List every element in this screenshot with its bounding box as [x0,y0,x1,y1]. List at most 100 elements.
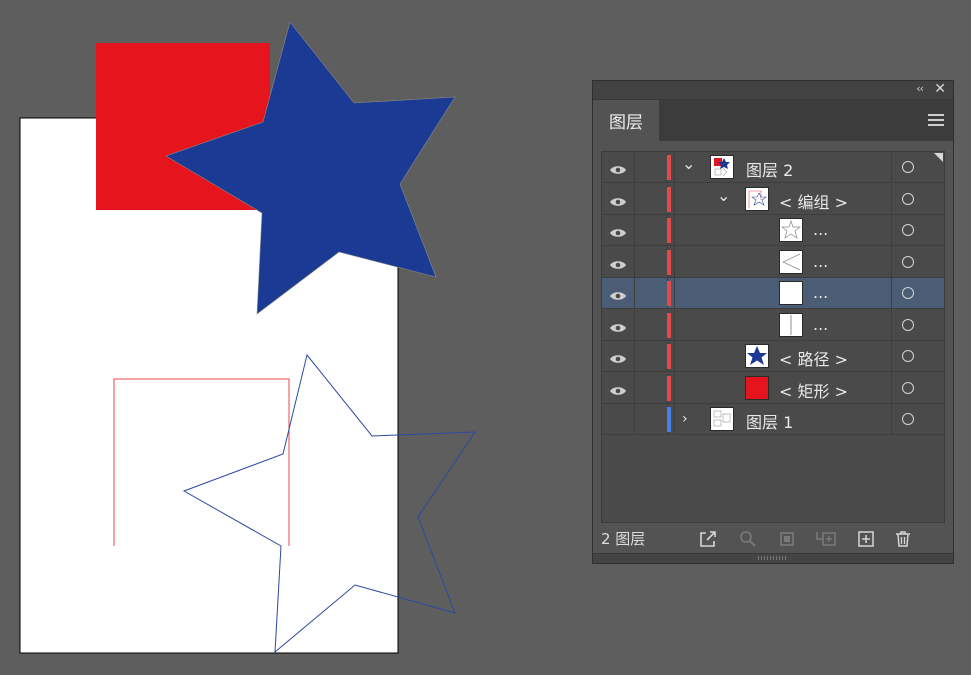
layer-row[interactable]: › 图层 1 [602,404,944,435]
tab-layers[interactable]: 图层 [593,100,659,141]
blank-thumb [779,281,803,305]
lock-toggle[interactable] [634,246,668,277]
target-circle-icon[interactable] [902,255,914,268]
eye-icon[interactable] [609,319,627,338]
layer-label[interactable]: ... [813,252,828,271]
lock-toggle[interactable] [634,309,668,340]
layer-label[interactable]: < 路径 > [779,346,848,370]
blue-star-thumb [745,344,769,368]
layer-color-bar [667,155,671,180]
layer-color-bar [667,249,671,275]
target-cell [891,372,946,403]
layer-label[interactable]: ... [813,283,828,302]
layers-panel: ‹‹ ✕ 图层 ⌄ 图层 2 ⌄ < 编组 >............ < 路径 > < … [592,80,954,564]
eye-icon[interactable] [609,193,627,212]
chevron-down-icon[interactable]: ⌄ [682,154,695,173]
layer-row[interactable]: < 路径 > [602,341,944,372]
search-icon[interactable] [738,529,758,549]
visibility-toggle[interactable] [602,183,635,214]
layer-row[interactable]: ⌄ < 编组 > [602,183,946,215]
panel-tabbar: 图层 [593,100,953,141]
triangle-outline-thumb [779,249,803,274]
target-circle-icon[interactable] [902,224,914,236]
lock-toggle[interactable] [634,215,668,245]
export-icon[interactable] [698,529,718,549]
chevron-right-icon[interactable]: › [682,411,688,427]
red-rect-thumb [745,375,769,400]
layer-row[interactable]: ⌄ 图层 2 [602,152,944,183]
clipping-mask-icon[interactable] [777,529,797,549]
target-circle-icon[interactable] [902,413,914,425]
visibility-toggle[interactable] [602,341,635,371]
layer1-thumb [710,407,734,431]
new-sublayer-icon[interactable] [814,529,838,549]
layer-color-bar [667,407,671,432]
new-layer-icon[interactable] [856,529,876,549]
visibility-toggle[interactable] [602,278,635,308]
eye-icon[interactable] [609,224,627,243]
line-thumb [779,312,803,337]
layer-color-bar [667,344,671,369]
target-circle-icon[interactable] [902,161,914,173]
panel-titlebar[interactable]: ‹‹ ✕ [593,81,953,100]
lock-toggle[interactable] [634,404,668,434]
lock-toggle[interactable] [634,152,668,182]
target-cell [891,183,946,214]
layer2-thumb [710,155,734,179]
target-cell [891,215,946,245]
eye-icon[interactable] [609,256,627,275]
chevron-down-icon[interactable]: ⌄ [717,186,730,205]
layer-label[interactable]: ... [813,220,828,239]
target-cell [891,404,946,434]
eye-icon[interactable] [609,350,627,369]
layer-row[interactable]: ... [602,246,946,278]
layer-count: 2 图层 [601,530,646,548]
target-circle-icon[interactable] [902,192,914,205]
target-circle-icon[interactable] [902,318,914,331]
lock-toggle[interactable] [634,278,668,308]
target-circle-icon[interactable] [902,350,914,362]
target-cell [891,152,946,182]
trash-icon[interactable] [893,529,913,549]
layer-color-bar [667,281,671,306]
layer-color-bar [667,186,671,212]
target-circle-icon[interactable] [902,287,914,299]
collapse-icon[interactable]: ‹‹ [916,82,924,95]
panel-footer: 2 图层 [593,525,953,553]
target-cell [891,278,946,308]
layer-label[interactable]: 图层 2 [746,157,793,181]
layer-row[interactable]: ... [602,278,944,309]
close-icon[interactable]: ✕ [934,81,946,97]
visibility-toggle[interactable] [602,372,635,403]
eye-icon[interactable] [609,287,627,306]
target-cell [891,309,946,340]
target-cell [891,246,946,277]
group-thumb [745,186,769,211]
panel-resize-grip[interactable] [593,553,953,563]
visibility-toggle[interactable] [602,152,635,182]
layer-label[interactable]: ... [813,315,828,334]
visibility-toggle[interactable] [602,215,635,245]
hamburger-menu-icon[interactable] [928,114,944,126]
eye-icon[interactable] [609,382,627,401]
layer-label[interactable]: < 编组 > [779,189,848,213]
layer-color-bar [667,375,671,401]
star-outline-thumb [779,218,803,242]
layer-color-bar [667,312,671,338]
layer-row[interactable]: ... [602,215,944,246]
target-circle-icon[interactable] [902,381,914,394]
target-cell [891,341,946,371]
visibility-toggle[interactable] [602,309,635,340]
lock-toggle[interactable] [634,372,668,403]
layers-list: ⌄ 图层 2 ⌄ < 编组 >............ < 路径 > < 矩形 > › 图层 … [601,151,945,523]
visibility-toggle[interactable] [602,246,635,277]
visibility-toggle[interactable] [602,404,635,434]
layer-row[interactable]: < 矩形 > [602,372,946,404]
layer-label[interactable]: 图层 1 [746,409,793,433]
layer-row[interactable]: ... [602,309,946,341]
layer-label[interactable]: < 矩形 > [779,378,848,402]
layer-color-bar [667,218,671,243]
lock-toggle[interactable] [634,341,668,371]
lock-toggle[interactable] [634,183,668,214]
eye-icon[interactable] [609,161,627,180]
